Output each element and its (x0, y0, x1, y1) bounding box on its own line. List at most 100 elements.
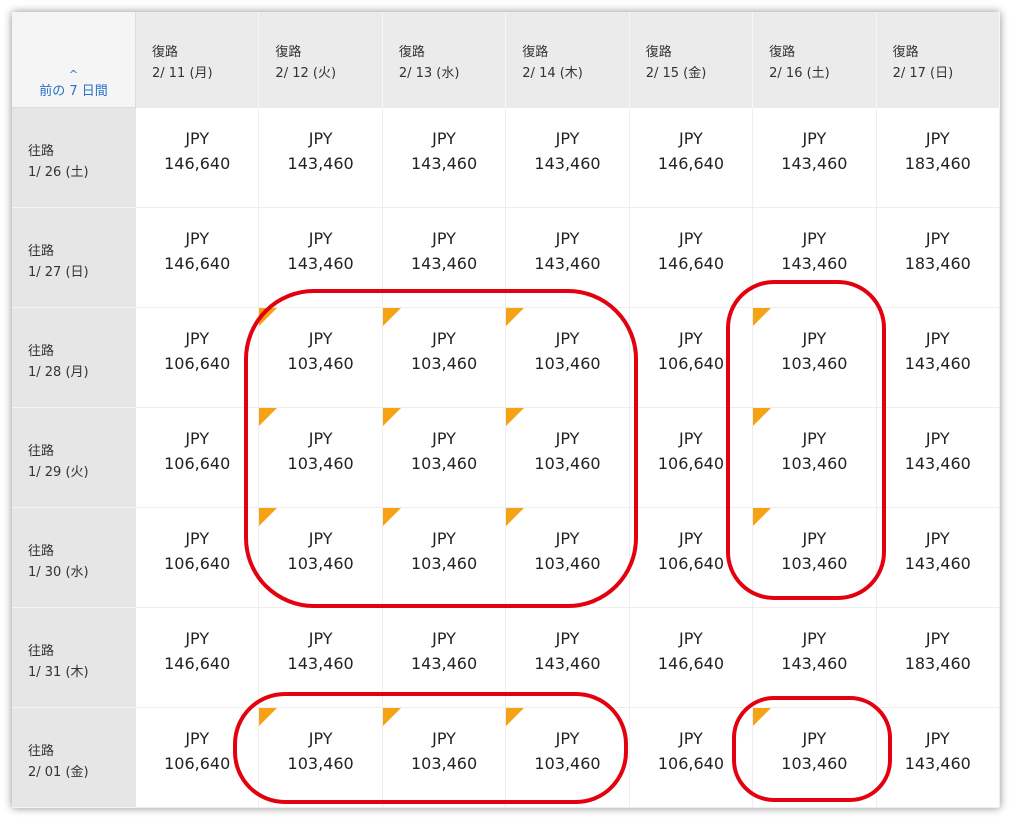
fare-cell[interactable]: JPY 106,640 (136, 408, 260, 508)
fare-cell[interactable]: JPY 106,640 (136, 308, 260, 408)
fare-cell[interactable]: JPY 103,460 (382, 708, 507, 808)
fare-currency: JPY (185, 628, 210, 648)
fare-cell[interactable]: JPY 103,460 (753, 308, 877, 408)
return-date-header: 復路 2/ 14 (木) (506, 12, 630, 108)
fare-cell[interactable]: JPY 106,640 (629, 508, 754, 608)
fare-price: 103,460 (781, 753, 848, 773)
fare-cell[interactable]: JPY 143,460 (876, 408, 1000, 508)
lowest-fare-flag-icon (506, 408, 525, 426)
fare-cell[interactable]: JPY 106,640 (629, 708, 754, 808)
fare-cell[interactable]: JPY 103,460 (506, 508, 630, 608)
lowest-fare-flag-icon (753, 508, 772, 526)
fare-price: 103,460 (410, 553, 478, 573)
fare-cell[interactable]: JPY 103,460 (753, 408, 877, 508)
fare-price: 106,640 (657, 453, 724, 473)
fare-cell[interactable]: JPY 103,460 (506, 408, 630, 508)
fare-price: 103,460 (781, 553, 848, 573)
fare-price: 103,460 (287, 453, 354, 473)
fare-cell[interactable]: JPY 143,460 (876, 308, 1000, 408)
fare-cell[interactable]: JPY 146,640 (136, 208, 260, 308)
lowest-fare-flag-icon (753, 308, 772, 326)
outbound-label: 往路 (28, 243, 55, 259)
fare-currency: JPY (432, 228, 456, 248)
fare-currency: JPY (802, 328, 827, 348)
outbound-date-header: 往路 2/ 01 (金) (12, 708, 136, 808)
fare-cell[interactable]: JPY 103,460 (506, 708, 630, 808)
fare-cell[interactable]: JPY 103,460 (382, 308, 507, 408)
outbound-label: 往路 (28, 743, 55, 759)
return-date: 2/ 12 (火) (275, 66, 337, 81)
fare-cell[interactable]: JPY 103,460 (382, 408, 507, 508)
fare-cell[interactable]: JPY 103,460 (259, 708, 383, 808)
outbound-label: 往路 (28, 543, 55, 559)
fare-cell[interactable]: JPY 103,460 (753, 708, 877, 808)
fare-cell[interactable]: JPY 143,460 (876, 508, 1000, 608)
fare-price: 146,640 (164, 653, 231, 673)
return-label: 復路 (152, 45, 179, 60)
fare-cell[interactable]: JPY 106,640 (629, 308, 754, 408)
fare-cell[interactable]: JPY 143,460 (753, 108, 877, 208)
fare-cell[interactable]: JPY 143,460 (259, 608, 383, 708)
fare-cell[interactable]: JPY 146,640 (629, 108, 754, 208)
fare-currency: JPY (925, 328, 950, 348)
fare-currency: JPY (555, 228, 580, 248)
fare-price: 106,640 (164, 753, 231, 773)
fare-price: 143,460 (781, 253, 848, 273)
fare-cell[interactable]: JPY 143,460 (506, 208, 630, 308)
fare-cell[interactable]: JPY 143,460 (876, 708, 1000, 808)
fare-currency: JPY (802, 528, 827, 548)
previous-7-days-label: 前の 7 日間 (39, 84, 108, 99)
lowest-fare-flag-icon (753, 708, 772, 726)
fare-cell[interactable]: JPY 103,460 (259, 308, 383, 408)
previous-7-days-link[interactable]: ^ 前の 7 日間 (12, 12, 136, 108)
fare-price: 143,460 (287, 153, 354, 173)
fare-cell[interactable]: JPY 143,460 (506, 108, 630, 208)
lowest-fare-flag-icon (382, 408, 401, 426)
fare-cell[interactable]: JPY 143,460 (259, 208, 383, 308)
return-date-header: 復路 2/ 17 (日) (876, 12, 1000, 108)
fare-cell[interactable]: JPY 146,640 (629, 608, 754, 708)
fare-currency: JPY (432, 528, 456, 548)
fare-cell[interactable]: JPY 183,460 (876, 208, 1000, 308)
fare-currency: JPY (679, 428, 703, 448)
fare-cell[interactable]: JPY 103,460 (506, 308, 630, 408)
fare-cell[interactable]: JPY 103,460 (382, 508, 507, 608)
fare-currency: JPY (185, 228, 210, 248)
fare-cell[interactable]: JPY 103,460 (259, 508, 383, 608)
fare-currency: JPY (555, 528, 580, 548)
lowest-fare-flag-icon (382, 708, 401, 726)
fare-currency: JPY (679, 628, 703, 648)
fare-cell[interactable]: JPY 143,460 (259, 108, 383, 208)
fare-cell[interactable]: JPY 103,460 (259, 408, 383, 508)
fare-currency: JPY (555, 728, 580, 748)
fare-cell[interactable]: JPY 183,460 (876, 608, 1000, 708)
return-date: 2/ 13 (水) (398, 66, 460, 81)
fare-cell[interactable]: JPY 146,640 (136, 608, 260, 708)
return-label: 復路 (769, 45, 796, 60)
fare-cell[interactable]: JPY 143,460 (753, 608, 877, 708)
fare-cell[interactable]: JPY 143,460 (753, 208, 877, 308)
fare-price: 103,460 (534, 553, 601, 573)
fare-currency: JPY (432, 628, 456, 648)
fare-cell[interactable]: JPY 183,460 (876, 108, 1000, 208)
fare-cell[interactable]: JPY 106,640 (136, 508, 260, 608)
fare-cell[interactable]: JPY 146,640 (629, 208, 754, 308)
fare-cell[interactable]: JPY 143,460 (382, 608, 507, 708)
fare-cell[interactable]: JPY 103,460 (753, 508, 877, 608)
fare-price: 103,460 (534, 353, 601, 373)
fare-currency: JPY (185, 728, 210, 748)
fare-cell[interactable]: JPY 106,640 (629, 408, 754, 508)
fare-cell[interactable]: JPY 143,460 (382, 108, 507, 208)
lowest-fare-flag-icon (506, 308, 525, 326)
fare-currency: JPY (679, 528, 703, 548)
fare-cell[interactable]: JPY 106,640 (136, 708, 260, 808)
fare-price: 143,460 (904, 553, 971, 573)
fare-price: 103,460 (287, 753, 354, 773)
fare-cell[interactable]: JPY 143,460 (506, 608, 630, 708)
fare-currency: JPY (308, 428, 333, 448)
return-date: 2/ 14 (木) (522, 66, 583, 81)
fare-currency: JPY (802, 428, 827, 448)
fare-cell[interactable]: JPY 143,460 (382, 208, 507, 308)
fare-cell[interactable]: JPY 146,640 (136, 108, 260, 208)
fare-price: 106,640 (657, 753, 724, 773)
